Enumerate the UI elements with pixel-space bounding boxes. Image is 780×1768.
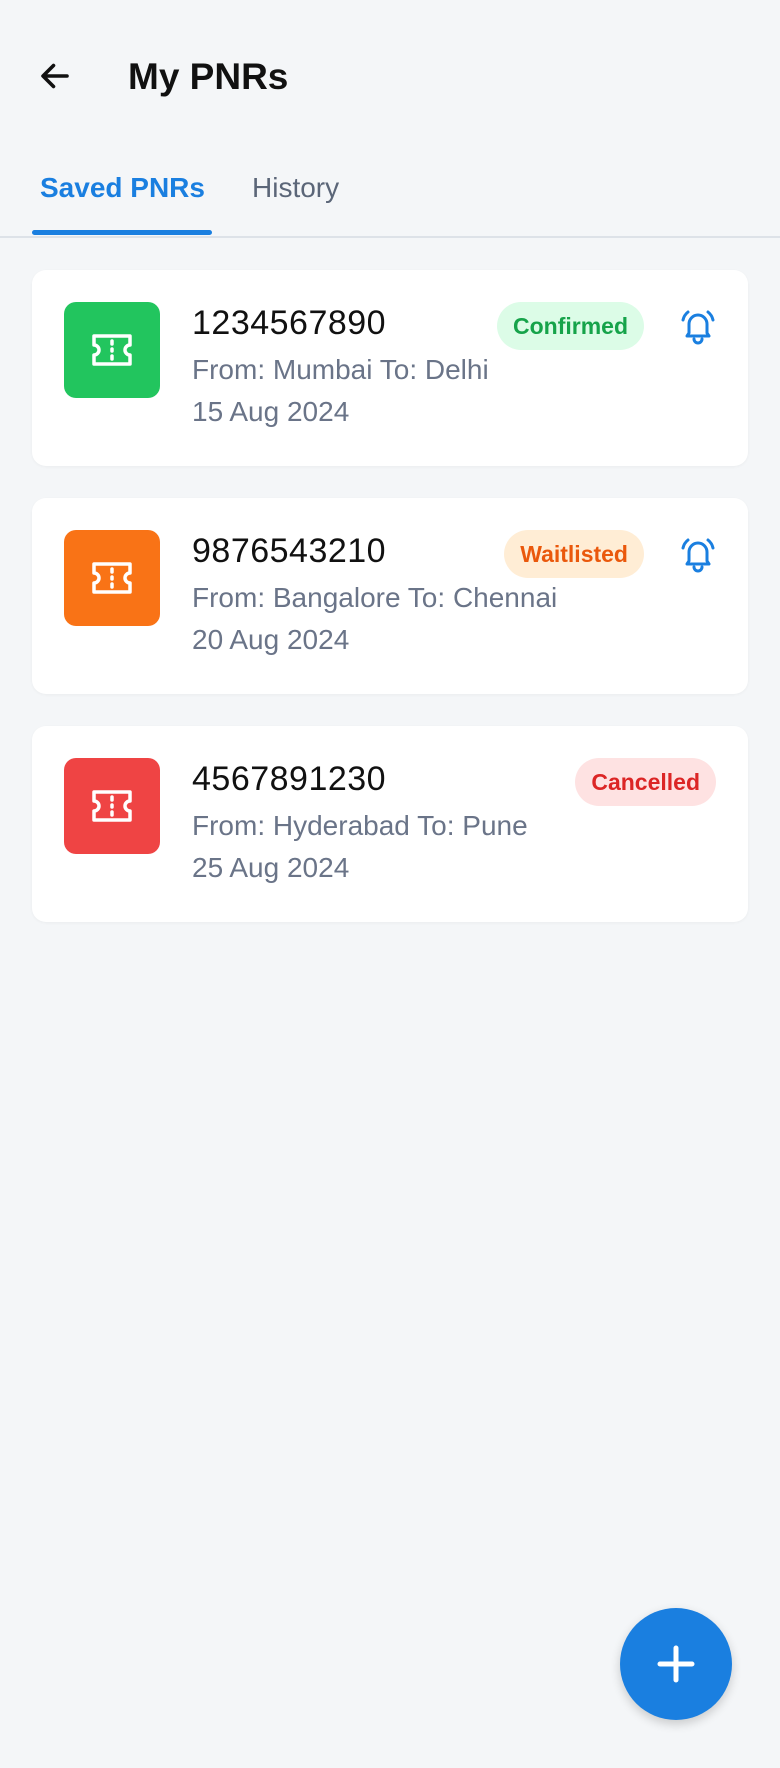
pnr-date: 15 Aug 2024	[192, 396, 350, 427]
ticket-icon-tile	[64, 530, 160, 626]
pnr-number: 4567891230	[192, 760, 387, 798]
add-pnr-button[interactable]	[620, 1608, 732, 1720]
tab-history[interactable]: History	[244, 172, 347, 204]
status-badge: Confirmed	[497, 302, 644, 350]
app-header: My PNRs	[0, 0, 780, 160]
status-badge: Cancelled	[575, 758, 716, 806]
active-tab-indicator	[32, 230, 212, 235]
ticket-icon-tile	[64, 758, 160, 854]
tab-saved-pnrs[interactable]: Saved PNRs	[32, 172, 213, 204]
ticket-icon	[92, 562, 132, 594]
arrow-left-icon	[41, 63, 69, 89]
back-button[interactable]	[34, 55, 76, 97]
pnr-route: From: Hyderabad To: Pune	[192, 810, 528, 841]
ticket-icon	[92, 334, 132, 366]
status-badge: Waitlisted	[504, 530, 644, 578]
page-title: My PNRs	[128, 56, 289, 97]
pnr-number: 1234567890	[192, 304, 387, 342]
plus-icon	[657, 1645, 695, 1683]
pnr-date: 20 Aug 2024	[192, 624, 350, 655]
ticket-icon-tile	[64, 302, 160, 398]
pnr-card[interactable]: 9876543210 From: Bangalore To: Chennai 2…	[32, 498, 748, 694]
tab-bar: Saved PNRs History	[0, 160, 780, 238]
pnr-route: From: Bangalore To: Chennai	[192, 582, 558, 613]
pnr-card[interactable]: 1234567890 From: Mumbai To: Delhi 15 Aug…	[32, 270, 748, 466]
alarm-bell-icon	[681, 310, 715, 345]
alarm-bell-icon	[681, 538, 715, 573]
pnr-card[interactable]: 4567891230 From: Hyderabad To: Pune 25 A…	[32, 726, 748, 922]
alert-button[interactable]	[678, 534, 718, 574]
ticket-icon	[92, 790, 132, 822]
pnr-route: From: Mumbai To: Delhi	[192, 354, 489, 385]
pnr-number: 9876543210	[192, 532, 387, 570]
pnr-date: 25 Aug 2024	[192, 852, 350, 883]
alert-button[interactable]	[678, 306, 718, 346]
